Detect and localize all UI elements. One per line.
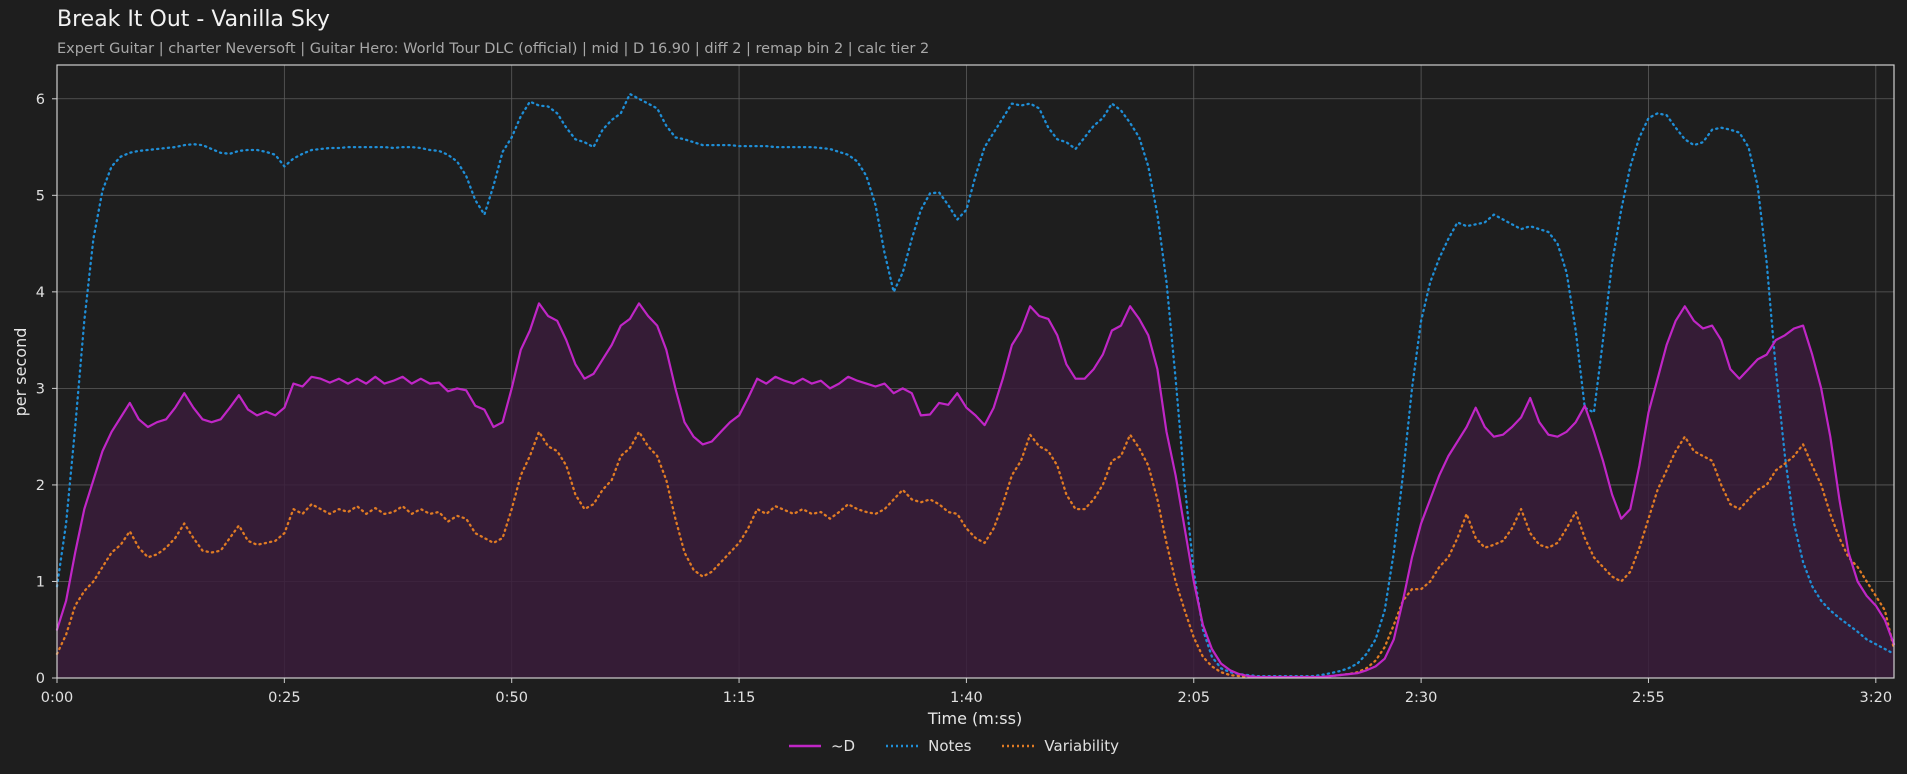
series-area-d [57,303,1894,678]
legend: ~D Notes Variability [0,737,1907,755]
legend-label-d: ~D [830,737,856,755]
y-tick-label: 4 [36,285,45,301]
legend-swatch-notes [886,744,919,748]
x-tick-label: 1:15 [723,690,756,706]
x-tick-label: 2:30 [1405,690,1438,706]
series-layer [55,92,1896,679]
x-axis-label: Time (m:ss) [927,709,1022,728]
legend-item-notes: Notes [885,737,971,755]
x-tick-label: 1:40 [950,690,983,706]
x-tick-label: 2:55 [1632,690,1665,706]
y-tick-label: 0 [36,671,45,687]
y-tick-label: 1 [36,574,45,590]
x-tick-label: 0:00 [41,690,74,706]
x-tick-label: 3:20 [1860,690,1893,706]
legend-swatch-d [788,744,821,748]
legend-label-notes: Notes [928,737,972,755]
y-axis-label: per second [11,328,30,417]
y-tick-label: 5 [36,188,45,204]
y-tick-label: 3 [36,381,45,397]
y-tick-label: 2 [36,478,45,494]
chart-plot: 0:00 0:25 0:50 1:15 1:40 2:05 2:30 2:55 3:20 0 1 2 3… [11,64,1896,728]
legend-item-d: ~D [788,737,855,755]
legend-item-variability: Variability [1001,737,1119,755]
x-tick-label: 0:50 [495,690,528,706]
x-tick-label: 2:05 [1177,690,1210,706]
legend-label-variability: Variability [1044,737,1120,755]
legend-swatch-variability [1002,744,1035,748]
y-tick-label: 6 [36,92,45,108]
x-tick-label: 0:25 [268,690,301,706]
